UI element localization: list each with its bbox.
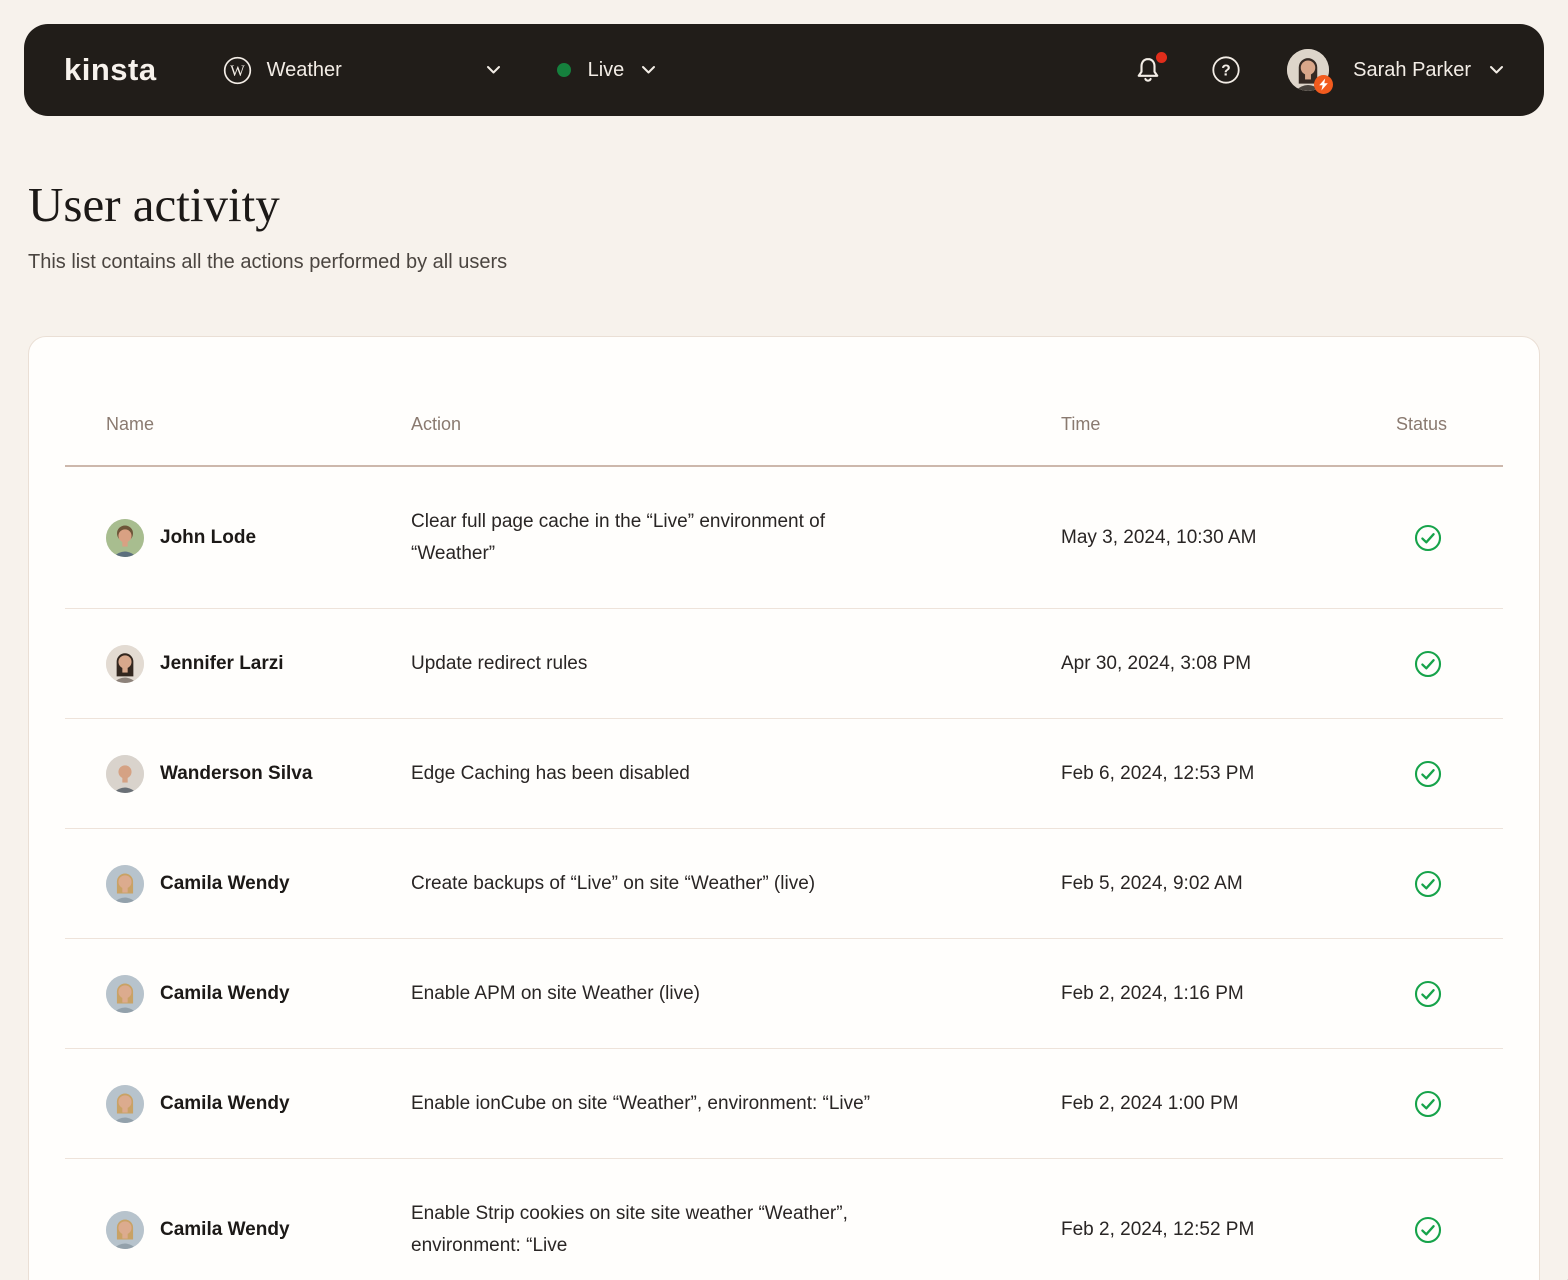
action-text: Enable APM on site Weather (live) bbox=[411, 982, 701, 1004]
environment-selector-dropdown[interactable]: Live bbox=[556, 58, 657, 82]
status-cell bbox=[1396, 650, 1503, 678]
avatar bbox=[106, 644, 144, 683]
name-cell: Camila Wendy bbox=[106, 1084, 411, 1123]
chevron-down-icon bbox=[1489, 65, 1504, 75]
action-text: Edge Caching has been disabled bbox=[411, 762, 690, 784]
status-cell bbox=[1396, 760, 1503, 788]
page-title: User activity bbox=[28, 177, 280, 232]
table-row: Wanderson Silva Edge Caching has been di… bbox=[65, 719, 1503, 829]
status-success-icon bbox=[1414, 980, 1442, 1008]
kinsta-logo: kinsta bbox=[64, 52, 157, 87]
user-name: John Lode bbox=[160, 526, 257, 548]
table-row: Camila Wendy Enable APM on site Weather … bbox=[65, 939, 1503, 1049]
avatar bbox=[106, 864, 144, 903]
top-navbar: kinsta W Weather Live ? Sarah Parker bbox=[24, 24, 1544, 116]
action-text: Enable Strip cookies on site site weathe… bbox=[411, 1202, 848, 1256]
status-cell bbox=[1396, 980, 1503, 1008]
avatar bbox=[106, 1210, 144, 1249]
table-row: John Lode Clear full page cache in the “… bbox=[65, 467, 1503, 609]
status-cell bbox=[1396, 870, 1503, 898]
live-status-dot bbox=[556, 63, 571, 77]
column-header-name: Name bbox=[106, 414, 155, 434]
status-success-icon bbox=[1414, 1090, 1442, 1118]
user-activity-card: Name Action Time Status John Lode Clear … bbox=[28, 336, 1540, 1280]
user-name: Camila Wendy bbox=[160, 1218, 290, 1240]
svg-text:?: ? bbox=[1221, 62, 1230, 79]
action-text: Clear full page cache in the “Live” envi… bbox=[411, 510, 826, 564]
time-text: Feb 5, 2024, 9:02 AM bbox=[1061, 872, 1243, 894]
name-cell: Camila Wendy bbox=[106, 864, 411, 903]
chat-widget-button[interactable] bbox=[1545, 1274, 1568, 1280]
chevron-down-icon bbox=[486, 65, 501, 75]
name-cell: John Lode bbox=[106, 518, 411, 557]
table-header-row: Name Action Time Status bbox=[65, 337, 1503, 467]
name-cell: Jennifer Larzi bbox=[106, 644, 411, 683]
status-cell bbox=[1396, 1090, 1503, 1118]
user-name: Camila Wendy bbox=[160, 872, 290, 894]
avatar bbox=[106, 754, 144, 793]
user-activity-table: Name Action Time Status John Lode Clear … bbox=[65, 337, 1503, 1280]
wordpress-icon: W bbox=[223, 56, 252, 85]
notification-badge bbox=[1156, 52, 1168, 63]
table-body: John Lode Clear full page cache in the “… bbox=[65, 467, 1503, 1280]
table-row: Camila Wendy Enable Strip cookies on sit… bbox=[65, 1159, 1503, 1280]
time-text: Feb 6, 2024, 12:53 PM bbox=[1061, 762, 1255, 784]
name-cell: Camila Wendy bbox=[106, 974, 411, 1013]
svg-text:W: W bbox=[230, 63, 245, 80]
status-cell bbox=[1396, 1216, 1503, 1244]
status-cell bbox=[1396, 524, 1503, 552]
user-name: Wanderson Silva bbox=[160, 762, 313, 784]
action-text: Update redirect rules bbox=[411, 652, 588, 674]
time-text: May 3, 2024, 10:30 AM bbox=[1061, 526, 1257, 548]
time-text: Feb 2, 2024, 12:52 PM bbox=[1061, 1218, 1255, 1240]
user-name: Jennifer Larzi bbox=[160, 652, 284, 674]
action-text: Enable ionCube on site “Weather”, enviro… bbox=[411, 1092, 871, 1114]
table-row: Camila Wendy Create backups of “Live” on… bbox=[65, 829, 1503, 939]
status-success-icon bbox=[1414, 760, 1442, 788]
user-avatar bbox=[1287, 49, 1334, 94]
avatar bbox=[106, 974, 144, 1013]
time-text: Apr 30, 2024, 3:08 PM bbox=[1061, 652, 1252, 674]
page-subtitle: This list contains all the actions perfo… bbox=[28, 251, 508, 273]
chevron-down-icon bbox=[641, 65, 656, 75]
site-selector-label: Weather bbox=[266, 58, 342, 81]
column-header-time: Time bbox=[1061, 414, 1101, 434]
environment-label: Live bbox=[587, 58, 625, 81]
site-selector-dropdown[interactable]: W Weather bbox=[223, 56, 501, 85]
lightning-badge-icon bbox=[1314, 75, 1334, 94]
avatar bbox=[106, 1084, 144, 1123]
name-cell: Wanderson Silva bbox=[106, 754, 411, 793]
table-row: Jennifer Larzi Update redirect rules Apr… bbox=[65, 609, 1503, 719]
user-name-label: Sarah Parker bbox=[1353, 58, 1471, 81]
user-menu-dropdown[interactable]: Sarah Parker bbox=[1287, 49, 1504, 94]
name-cell: Camila Wendy bbox=[106, 1210, 411, 1249]
column-header-action: Action bbox=[411, 414, 462, 434]
time-text: Feb 2, 2024, 1:16 PM bbox=[1061, 982, 1244, 1004]
help-icon: ? bbox=[1211, 55, 1241, 85]
user-name: Camila Wendy bbox=[160, 982, 290, 1004]
status-success-icon bbox=[1414, 524, 1442, 552]
action-text: Create backups of “Live” on site “Weathe… bbox=[411, 872, 816, 894]
navbar-right-group: ? Sarah Parker bbox=[1133, 49, 1504, 94]
table-row: Camila Wendy Enable ionCube on site “Wea… bbox=[65, 1049, 1503, 1159]
time-text: Feb 2, 2024 1:00 PM bbox=[1061, 1092, 1239, 1114]
status-success-icon bbox=[1414, 650, 1442, 678]
help-button[interactable]: ? bbox=[1211, 55, 1241, 85]
notifications-button[interactable] bbox=[1133, 52, 1168, 85]
user-name: Camila Wendy bbox=[160, 1092, 290, 1114]
column-header-status: Status bbox=[1396, 414, 1448, 434]
status-success-icon bbox=[1414, 1216, 1442, 1244]
avatar bbox=[106, 518, 144, 557]
status-success-icon bbox=[1414, 870, 1442, 898]
